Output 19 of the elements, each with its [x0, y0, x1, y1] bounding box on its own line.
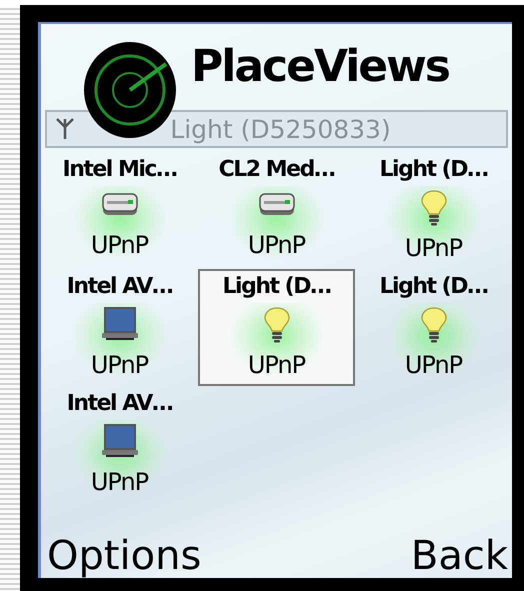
device-item[interactable]: Intel AV… UPnP — [41, 269, 198, 386]
hard-drive-icon — [258, 192, 294, 217]
device-item[interactable]: Light (D… UPnP — [355, 152, 512, 269]
hard-drive-icon — [102, 192, 138, 217]
device-item[interactable]: Intel Mic… UPnP — [41, 152, 198, 269]
light-bulb-icon — [264, 306, 290, 343]
antenna-icon — [55, 117, 75, 141]
laptop-icon — [102, 424, 138, 458]
device-item[interactable]: Light (D… UPnP — [198, 269, 355, 386]
app-title: PlaceViews — [191, 45, 449, 89]
device-item[interactable]: Intel AV… UPnP — [41, 386, 198, 503]
options-softkey[interactable]: Options — [47, 534, 202, 578]
device-item[interactable]: Light (D… UPnP — [355, 269, 512, 386]
laptop-icon — [102, 307, 138, 342]
status-text: Light (D5250833) — [169, 114, 392, 144]
light-bulb-icon — [420, 190, 446, 226]
light-bulb-icon — [420, 306, 446, 343]
device-item[interactable]: CL2 Med… UPnP — [198, 152, 355, 269]
back-softkey[interactable]: Back — [410, 534, 508, 578]
